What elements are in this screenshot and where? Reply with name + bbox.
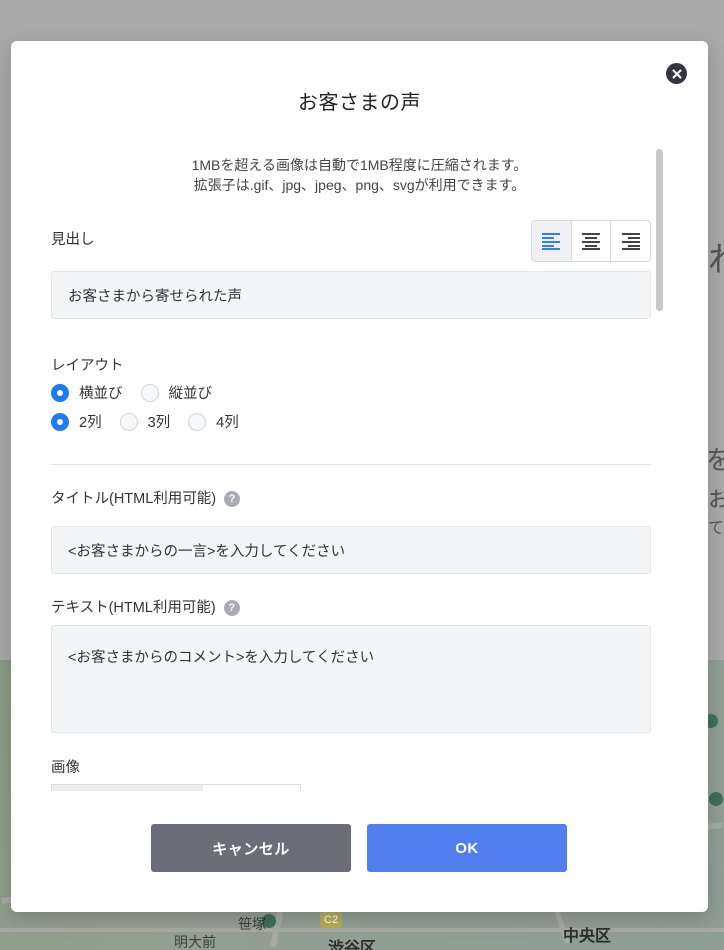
help-icon[interactable]: ?: [223, 600, 240, 616]
scrollbar-thumb[interactable]: [656, 149, 663, 311]
layout-direction-group: 横並び 縦並び: [51, 382, 230, 403]
section-divider: [51, 464, 651, 465]
layout-label: レイアウト: [51, 358, 124, 374]
layout-columns-group: 2列 3列 4列: [51, 411, 257, 432]
title-input[interactable]: <お客さまからの一言>を入力してください: [51, 526, 651, 574]
image-label: 画像: [51, 760, 80, 776]
align-left-button[interactable]: [532, 221, 572, 261]
title-input-value: <お客さまからの一言>を入力してください: [68, 543, 346, 560]
layout-vertical-label: 縦並び: [168, 386, 213, 402]
align-right-button[interactable]: [611, 221, 650, 261]
testimonial-settings-dialog: お客さまの声 1MBを超える画像は自動で1MB程度に圧縮されます。 拡張子は.g…: [11, 41, 708, 912]
text-label-text: テキスト(HTML利用可能): [51, 600, 216, 616]
layout-horizontal-radio[interactable]: 横並び: [51, 382, 123, 403]
columns-2-label: 2列: [79, 415, 102, 431]
columns-4-radio[interactable]: 4列: [188, 411, 239, 432]
align-left-icon: [542, 233, 561, 250]
radio-unchecked-icon: [119, 412, 138, 431]
align-center-button[interactable]: [572, 221, 612, 261]
dialog-title: お客さまの声: [298, 92, 421, 114]
map-label-sasazuka: 笹塚: [238, 916, 266, 932]
layout-horizontal-label: 横並び: [79, 386, 123, 402]
background-text-fragment: て: [708, 520, 724, 537]
heading-input-value: お客さまから寄せられた声: [68, 288, 242, 305]
columns-3-radio[interactable]: 3列: [119, 411, 171, 432]
radio-checked-icon: [51, 383, 69, 402]
radio-unchecked-icon: [188, 412, 207, 431]
align-center-icon: [582, 233, 600, 250]
alignment-toggle: [531, 220, 651, 262]
map-route-badge: C2: [320, 912, 343, 928]
map-label-chuo: 中央区: [563, 928, 612, 945]
radio-unchecked-icon: [140, 383, 159, 402]
close-icon: [672, 69, 681, 78]
help-icon[interactable]: ?: [224, 491, 241, 507]
layout-vertical-radio[interactable]: 縦並び: [140, 382, 213, 403]
dialog-body: 1MBを超える画像は自動で1MB程度に圧縮されます。 拡張子は.gif、jpg、…: [11, 149, 708, 791]
image-preview: [52, 785, 203, 791]
text-textarea[interactable]: <お客さまからのコメント>を入力してください: [51, 625, 651, 733]
map-label-shibuya: 渋谷区: [328, 940, 377, 950]
background-heading-fragment: れ: [708, 232, 724, 281]
title-label: タイトル(HTML利用可能)?: [51, 487, 241, 508]
map-label-meidaimae: 明大前: [174, 934, 216, 950]
columns-2-radio[interactable]: 2列: [51, 411, 102, 432]
image-upload-area[interactable]: [51, 784, 301, 791]
columns-3-label: 3列: [147, 415, 171, 431]
background-subheading-fragment: をぉ: [706, 445, 724, 512]
text-label: テキスト(HTML利用可能)?: [51, 596, 240, 617]
heading-label: 見出し: [51, 232, 95, 248]
close-button[interactable]: [666, 63, 687, 84]
align-right-icon: [621, 233, 640, 250]
upload-note-line-2: 拡張子は.gif、jpg、jpeg、png、svgが利用できます。: [193, 177, 526, 193]
text-textarea-value: <お客さまからのコメント>を入力してください: [68, 650, 375, 666]
ok-button[interactable]: OK: [367, 824, 567, 872]
radio-checked-icon: [51, 412, 69, 431]
heading-input[interactable]: お客さまから寄せられた声: [51, 271, 651, 319]
columns-4-label: 4列: [216, 415, 239, 431]
title-label-text: タイトル(HTML利用可能): [51, 491, 217, 507]
upload-note-line-1: 1MBを超える画像は自動で1MB程度に圧縮されます。: [191, 157, 528, 173]
upload-note: 1MBを超える画像は自動で1MB程度に圧縮されます。 拡張子は.gif、jpg、…: [11, 155, 708, 195]
cancel-button[interactable]: キャンセル: [151, 824, 351, 872]
